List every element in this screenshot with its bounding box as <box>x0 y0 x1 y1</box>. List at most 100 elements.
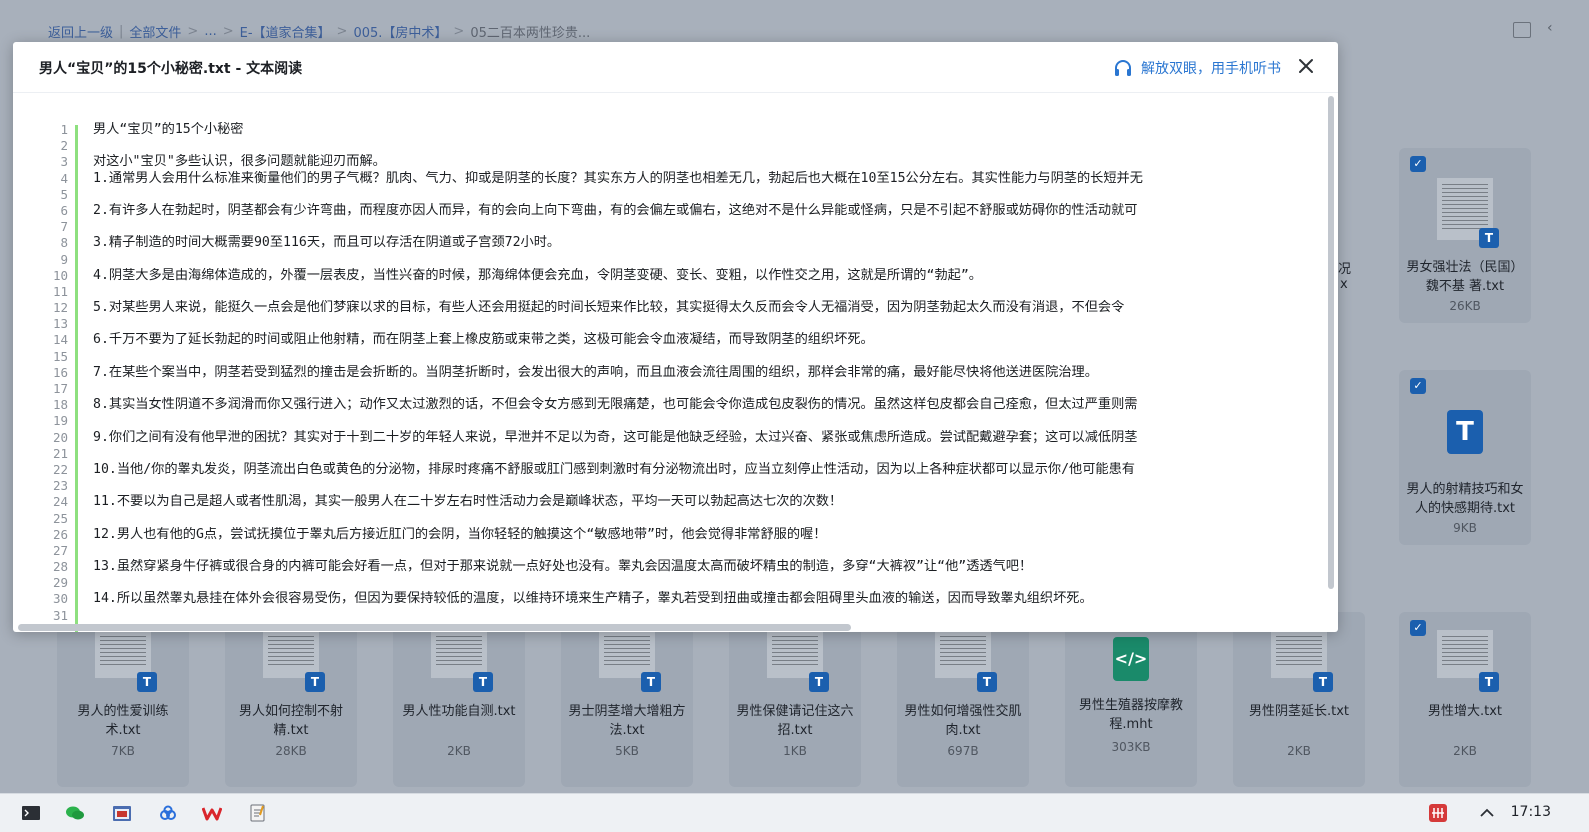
checkbox-checked[interactable]: ✓ <box>1410 620 1426 636</box>
file-name: 男性阴茎延长.txt <box>1248 704 1350 719</box>
text-reader-dialog: 男人“宝贝”的15个小秘密.txt - 文本阅读 解放双眼，用手机听书 1234… <box>13 42 1338 632</box>
line-number: 1 <box>60 122 68 137</box>
breadcrumb-ellipsis[interactable]: ... <box>204 24 216 39</box>
file-tile[interactable]: T 男人的性爱训练术.txt 7KB <box>57 612 189 787</box>
horizontal-scrollbar[interactable] <box>18 624 851 631</box>
file-tile[interactable]: T 男人性功能自测.txt 2KB <box>393 612 525 787</box>
text-line: 14.所以虽然睾丸悬挂在体外会很容易受伤，但因为要保持较低的温度，以维持环境来生… <box>93 591 1093 607</box>
text-line <box>93 446 1328 462</box>
document-thumbnail <box>95 630 151 678</box>
file-size: 26KB <box>1449 299 1481 313</box>
breadcrumb-all-files[interactable]: 全部文件 <box>129 22 181 41</box>
text-line: 9.你们之间有没有他早泄的困扰？其实对于十到二十岁的年轻人来说，早泄并不足以为奇… <box>93 429 1138 445</box>
input-method-icon[interactable] <box>1428 803 1448 823</box>
txt-file-icon: T <box>641 672 661 692</box>
line-number: 22 <box>52 461 68 477</box>
text-line: 10.当他/你的睾丸发炎，阴茎流出白色或黄色的分泌物，排尿时疼痛不舒服或肛门感到… <box>93 461 1135 477</box>
file-name: 男人如何控制不射精.txt <box>238 704 343 738</box>
listen-on-phone-link[interactable]: 解放双眼，用手机听书 <box>1113 58 1281 78</box>
wechat-icon[interactable] <box>65 803 85 823</box>
file-size: 9KB <box>1453 521 1477 535</box>
text-line: 3.精子制造的时间大概需要90至116天，而且可以存活在阴道或子宫颈72小时。 <box>93 235 561 251</box>
gutter-change-bar <box>75 125 78 632</box>
clock: 17:13 <box>1510 804 1551 820</box>
baidu-netdisk-icon[interactable] <box>158 803 178 823</box>
line-number: 18 <box>52 397 68 413</box>
text-line: 1.通常男人会用什么标准来衡量他们的男子气概？肌肉、气力、抑或是阴茎的长度？其实… <box>93 170 1143 186</box>
breadcrumb-separator: > <box>336 23 348 39</box>
dialog-header: 男人“宝贝”的15个小秘密.txt - 文本阅读 解放双眼，用手机听书 <box>13 42 1338 92</box>
document-thumbnail <box>767 630 823 678</box>
line-number: 17 <box>52 381 68 396</box>
file-manager-icon[interactable] <box>112 803 132 823</box>
line-number: 8 <box>60 235 68 251</box>
line-number: 16 <box>52 364 68 380</box>
file-name: 男人性功能自测.txt <box>402 704 516 719</box>
file-name: 男士阴茎增大增粗方法.txt <box>568 704 686 738</box>
file-tile[interactable]: ✓ T 男人的射精技巧和女人的快感期待.txt 9KB <box>1399 370 1531 545</box>
text-line <box>93 284 1328 300</box>
breadcrumb-separator: > <box>222 23 234 39</box>
terminal-icon[interactable] <box>21 803 41 823</box>
line-number: 4 <box>60 170 68 186</box>
text-line <box>93 349 1328 365</box>
file-size: 28KB <box>275 744 307 758</box>
text-line: 8.其实当女性阴道不多润滑而你又强行进入；动作又太过激烈的话，不但会令女方感到无… <box>93 397 1138 413</box>
file-size: 303KB <box>1111 740 1151 754</box>
line-number: 14 <box>52 332 68 348</box>
txt-file-icon: T <box>305 672 325 692</box>
txt-file-icon: T <box>809 672 829 692</box>
line-number: 31 <box>52 607 68 623</box>
checkbox-checked[interactable]: ✓ <box>1410 378 1426 394</box>
chevron-left-icon[interactable]: ‹ <box>1547 20 1553 36</box>
txt-file-icon: T <box>977 672 997 692</box>
text-line: 7.在某些个案当中，阴茎若受到猛烈的撞击是会折断的。当阴茎折断时，会发出很大的声… <box>93 364 1098 380</box>
file-tile[interactable]: T 男性阴茎延长.txt 2KB <box>1233 612 1365 787</box>
breadcrumb-back[interactable]: 返回上一级 <box>48 22 113 41</box>
checkbox-checked[interactable]: ✓ <box>1410 156 1426 172</box>
notes-icon[interactable] <box>248 803 268 823</box>
file-tile[interactable]: T 男人如何控制不射精.txt 28KB <box>225 612 357 787</box>
breadcrumb-separator: > <box>453 23 465 39</box>
code-file-icon: </> <box>1113 637 1149 681</box>
text-line: 5.对某些男人来说，能挺久一点会是他们梦寐以求的目标，有些人还会用挺起的时间长短… <box>93 300 1125 316</box>
text-content-area[interactable]: 1 2 3 4 5 6 7 8 9 10 11 12 13 14 15 16 17 18 19 20 21 22 23 24 2… <box>13 92 1338 632</box>
file-size: 7KB <box>111 744 135 758</box>
headphones-icon <box>1115 60 1131 76</box>
line-number: 25 <box>52 510 68 526</box>
file-size: 2KB <box>1287 744 1311 758</box>
txt-file-icon: T <box>137 672 157 692</box>
line-number: 28 <box>52 559 68 575</box>
view-mode-icon[interactable] <box>1513 22 1531 38</box>
file-tile[interactable]: ✓ T 男性增大.txt 2KB <box>1399 612 1531 787</box>
file-tile[interactable]: T 男性如何增强性交肌肉.txt 697B <box>897 612 1029 787</box>
text-line <box>93 219 1328 235</box>
document-thumbnail <box>1271 630 1327 678</box>
file-name: 男性保健请记住这六招.txt <box>736 704 854 738</box>
file-tile[interactable]: T 男士阴茎增大增粗方法.txt 5KB <box>561 612 693 787</box>
file-tile[interactable]: T 男性保健请记住这六招.txt 1KB <box>729 612 861 787</box>
line-number: 3 <box>60 154 68 170</box>
wps-icon[interactable] <box>202 803 222 823</box>
breadcrumb-current: 05二百本两性珍贵... <box>470 25 591 41</box>
close-icon[interactable] <box>1296 56 1316 76</box>
text-line <box>93 575 1328 591</box>
partial-tile-text: x <box>1340 277 1348 292</box>
chevron-up-icon[interactable] <box>1477 803 1497 823</box>
file-size: 697B <box>947 744 979 758</box>
txt-file-icon: T <box>1479 228 1499 248</box>
file-tile[interactable]: ✓ T 男女强壮法（民国）魏不基 著.txt 26KB <box>1399 148 1531 323</box>
vertical-scrollbar[interactable] <box>1328 96 1334 589</box>
line-number: 29 <box>52 575 68 591</box>
breadcrumb: 返回上一级 | 全部文件 > ... > E-【道家合集】 > 005.【房中术… <box>48 21 596 41</box>
text-line <box>93 413 1328 429</box>
partial-tile-text: 况 <box>1338 262 1352 277</box>
breadcrumb-folder-e[interactable]: E-【道家合集】 <box>240 22 331 41</box>
line-number: 11 <box>52 283 68 299</box>
line-number: 5 <box>60 186 68 202</box>
breadcrumb-folder-005[interactable]: 005.【房中术】 <box>353 22 447 41</box>
line-number: 21 <box>52 445 68 461</box>
text-line <box>93 478 1328 494</box>
file-tile[interactable]: </> 男性生殖器按摩教程.mht 303KB <box>1065 612 1197 787</box>
line-number-gutter: 1 2 3 4 5 6 7 8 9 10 11 12 13 14 15 16 17 18 19 20 21 22 23 24 2… <box>13 122 71 624</box>
